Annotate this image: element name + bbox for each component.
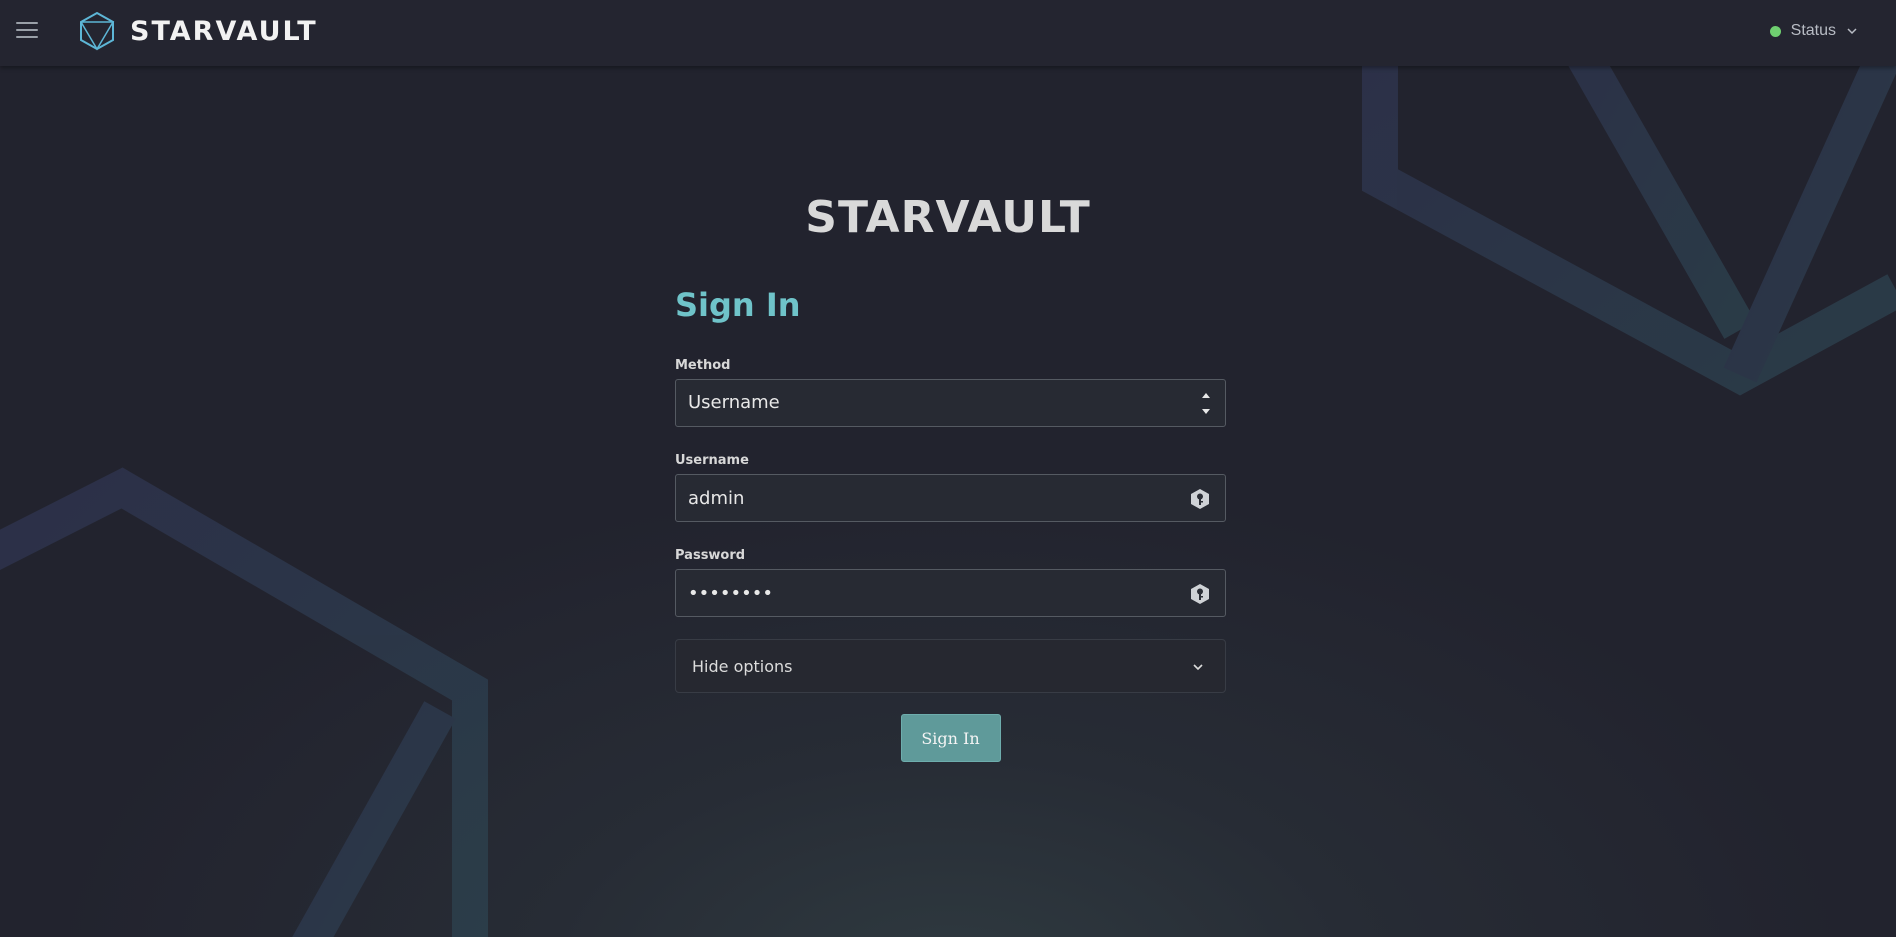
options-label: Hide options [692, 656, 793, 676]
brand[interactable]: STARVAULT [78, 11, 318, 51]
password-input[interactable] [676, 570, 1225, 616]
status-label: Status [1790, 22, 1836, 39]
username-label: Username [675, 453, 749, 468]
brand-name: STARVAULT [130, 15, 318, 47]
chevron-down-icon [1847, 28, 1857, 35]
password-field-container [675, 569, 1226, 617]
key-icon[interactable] [1189, 583, 1211, 605]
method-value: Username [688, 392, 780, 413]
spinner-arrows-icon [1202, 393, 1210, 414]
status-indicator [1769, 25, 1781, 37]
method-select[interactable]: Username [675, 379, 1226, 427]
username-input[interactable] [676, 475, 1225, 521]
username-field-container [675, 474, 1226, 522]
top-bar: STARVAULT Status [0, 0, 1896, 66]
menu-icon[interactable] [16, 22, 38, 38]
chevron-down-icon [1193, 664, 1203, 671]
key-icon[interactable] [1189, 488, 1211, 510]
password-label: Password [675, 548, 746, 563]
starvault-logo-icon [80, 11, 115, 51]
sign-in-button[interactable]: Sign In [900, 714, 1001, 762]
wordmark: STARVAULT [805, 192, 1091, 243]
method-label: Method [675, 358, 731, 373]
options-toggle[interactable]: Hide options [675, 639, 1226, 693]
page-title: Sign In [675, 286, 801, 324]
status-menu[interactable]: Status [1769, 22, 1858, 40]
sign-in-form: Sign In Method Username Username Passwor… [675, 286, 1226, 762]
